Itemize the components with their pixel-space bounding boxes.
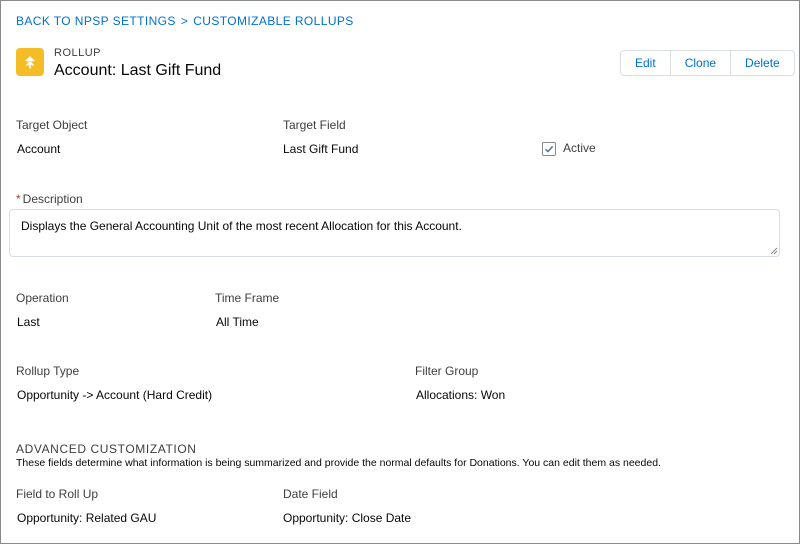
field-to-roll-up-value: Opportunity: Related GAU [17,511,157,525]
page-title: Account: Last Gift Fund [54,62,222,79]
customizable-rollups-link[interactable]: CUSTOMIZABLE ROLLUPS [193,14,353,28]
resize-grip-icon[interactable] [770,247,778,255]
rollup-type-label: Rollup Type [16,364,80,378]
required-marker: * [16,192,21,206]
clone-button[interactable]: Clone [670,51,732,75]
breadcrumb: BACK TO NPSP SETTINGS > CUSTOMIZABLE ROL… [16,14,354,28]
back-to-npsp-settings-link[interactable]: BACK TO NPSP SETTINGS [16,14,176,28]
breadcrumb-separator: > [180,14,189,28]
record-type-label: ROLLUP [54,47,102,59]
rollup-type-value: Opportunity -> Account (Hard Credit) [17,388,213,402]
target-field-value: Last Gift Fund [283,142,359,156]
rollup-icon [16,48,44,76]
filter-group-value: Allocations: Won [416,388,506,402]
target-object-label: Target Object [16,118,88,132]
operation-label: Operation [16,291,69,305]
time-frame-value: All Time [216,315,259,329]
edit-button[interactable]: Edit [621,51,671,75]
target-field-label: Target Field [283,118,346,132]
action-button-group: Edit Clone Delete [620,50,795,76]
delete-button[interactable]: Delete [731,51,794,75]
description-label-text: Description [22,192,83,206]
active-checkbox[interactable] [542,142,556,156]
date-field-value: Opportunity: Close Date [283,511,412,525]
active-label: Active [563,141,596,155]
time-frame-label: Time Frame [215,291,280,305]
operation-value: Last [17,315,40,329]
advanced-customization-heading: ADVANCED CUSTOMIZATION [16,442,197,456]
checkmark-icon [545,145,554,153]
target-object-value: Account [17,142,61,156]
advanced-customization-description: These fields determine what information … [16,457,661,469]
description-textarea[interactable]: Displays the General Accounting Unit of … [9,209,780,257]
date-field-label: Date Field [283,487,338,501]
filter-group-label: Filter Group [415,364,479,378]
field-to-roll-up-label: Field to Roll Up [16,487,99,501]
description-label: * Description [16,192,83,206]
